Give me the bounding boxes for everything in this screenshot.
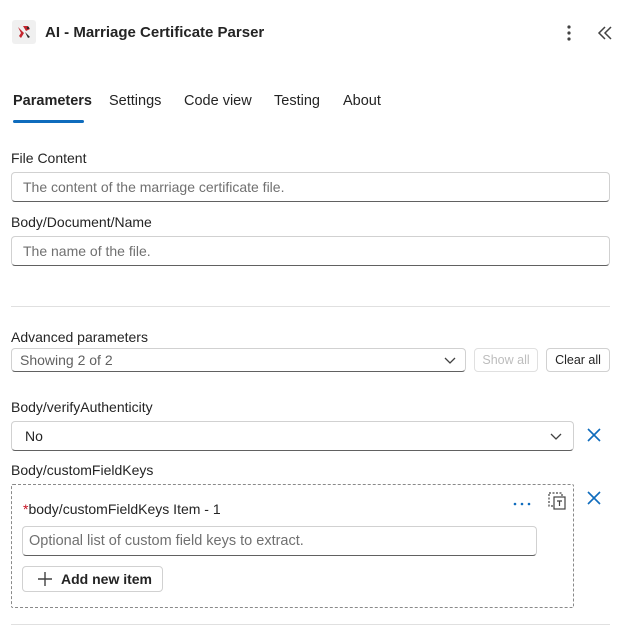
chevron-down-icon xyxy=(444,357,456,364)
chevron-down-icon xyxy=(550,433,562,440)
bottom-divider xyxy=(11,624,610,625)
double-chevron-left-icon xyxy=(597,26,612,40)
verify-authenticity-value: No xyxy=(25,428,43,444)
remove-custom-field-keys-button[interactable] xyxy=(584,488,604,508)
advanced-parameters-label: Advanced parameters xyxy=(11,329,148,345)
custom-field-keys-label: Body/customFieldKeys xyxy=(11,462,154,478)
tab-about[interactable]: About xyxy=(343,93,381,109)
item-more-options-button[interactable] xyxy=(511,495,533,513)
section-divider xyxy=(11,306,610,307)
document-name-placeholder: The name of the file. xyxy=(23,243,151,259)
advanced-parameters-value: Showing 2 of 2 xyxy=(20,352,113,368)
remove-verify-authenticity-button[interactable] xyxy=(584,425,604,445)
add-new-item-label: Add new item xyxy=(61,571,153,587)
array-mode-toggle-icon xyxy=(548,492,566,510)
file-content-placeholder: The content of the marriage certificate … xyxy=(23,179,285,195)
document-name-label: Body/Document/Name xyxy=(11,214,152,230)
close-icon xyxy=(587,491,601,505)
item-label-text: body/customFieldKeys Item - 1 xyxy=(28,501,221,517)
tab-testing[interactable]: Testing xyxy=(274,93,320,109)
show-all-button[interactable]: Show all xyxy=(474,348,538,372)
custom-field-key-item-label: *body/customFieldKeys Item - 1 xyxy=(23,501,221,517)
collapse-panel-button[interactable] xyxy=(594,22,616,44)
close-icon xyxy=(587,428,601,442)
advanced-parameters-dropdown[interactable]: Showing 2 of 2 xyxy=(11,348,466,372)
active-tab-indicator xyxy=(13,120,84,123)
verify-authenticity-dropdown[interactable]: No xyxy=(11,421,574,451)
tab-code-view[interactable]: Code view xyxy=(184,93,252,109)
add-new-item-button[interactable]: Add new item xyxy=(22,566,163,592)
more-options-button[interactable] xyxy=(558,22,580,44)
document-name-input[interactable]: The name of the file. xyxy=(11,236,610,266)
tab-parameters[interactable]: Parameters xyxy=(13,93,92,109)
tab-settings[interactable]: Settings xyxy=(109,93,161,109)
custom-field-key-item-input[interactable]: Optional list of custom field keys to ex… xyxy=(22,526,537,556)
custom-field-key-item-placeholder: Optional list of custom field keys to ex… xyxy=(29,533,304,549)
connector-logo-icon xyxy=(12,20,36,44)
plus-icon xyxy=(38,572,52,586)
file-content-input[interactable]: The content of the marriage certificate … xyxy=(11,172,610,202)
verify-authenticity-label: Body/verifyAuthenticity xyxy=(11,399,153,415)
file-content-label: File Content xyxy=(11,150,87,166)
panel-title: AI - Marriage Certificate Parser xyxy=(45,24,265,41)
switch-to-text-mode-button[interactable] xyxy=(546,490,568,512)
clear-all-button[interactable]: Clear all xyxy=(546,348,610,372)
more-horizontal-icon xyxy=(513,502,531,506)
more-vertical-icon xyxy=(567,25,571,41)
